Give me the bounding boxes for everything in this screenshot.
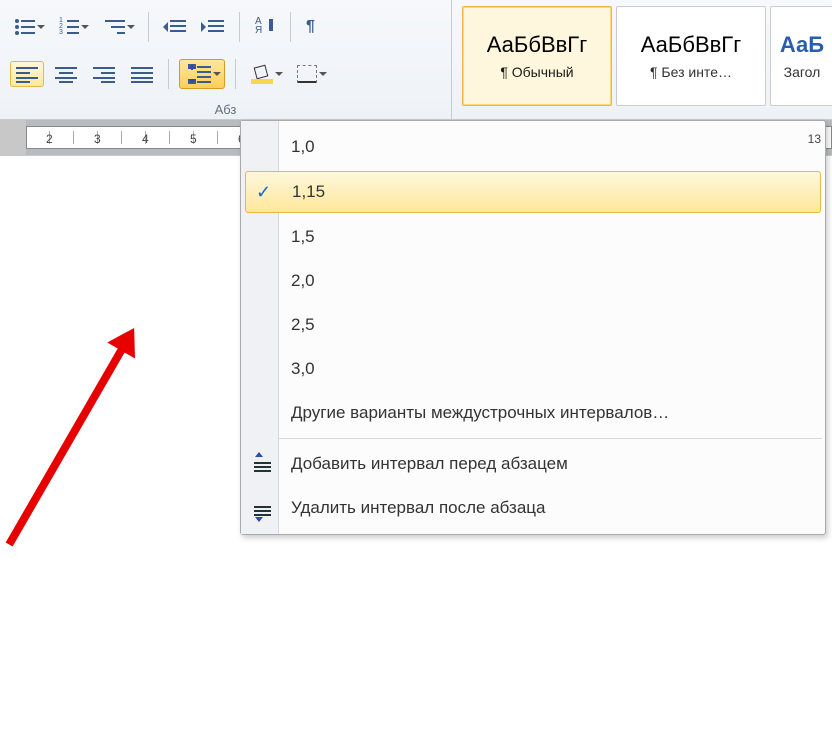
separator [239, 12, 240, 42]
check-icon: ✓ [256, 182, 271, 203]
align-justify-button[interactable] [126, 62, 158, 86]
paragraph-group-label: Абз [10, 100, 441, 117]
menu-item-spacing-1-15[interactable]: ✓ 1,15 [245, 171, 821, 213]
ruler-margin [0, 120, 26, 155]
style-sample: АаБбВвГг [487, 32, 588, 58]
separator [290, 12, 291, 42]
align-center-button[interactable] [50, 62, 82, 86]
ruler-number: 3 [94, 132, 101, 146]
decrease-indent-button[interactable] [159, 15, 191, 39]
chevron-down-icon [213, 72, 221, 76]
menu-item-spacing-1-5[interactable]: 1,5 [241, 215, 825, 259]
numbered-list-icon: 123 [59, 18, 79, 36]
align-left-icon [16, 65, 38, 83]
chevron-down-icon [275, 72, 283, 76]
menu-item-spacing-2-5[interactable]: 2,5 [241, 303, 825, 347]
style-gallery: АаБбВвГг ¶ Обычный АаБбВвГг ¶ Без инте… … [462, 6, 832, 106]
borders-button[interactable] [292, 62, 330, 86]
multilevel-list-button[interactable] [98, 15, 138, 39]
chevron-down-icon [127, 25, 135, 29]
ribbon: 123 АЯ ¶ [0, 0, 832, 120]
show-marks-button[interactable]: ¶ [301, 15, 320, 39]
increase-indent-icon [202, 18, 224, 36]
chevron-down-icon [81, 25, 89, 29]
align-right-button[interactable] [88, 62, 120, 86]
ruler-number: 4 [142, 132, 149, 146]
remove-space-after-icon [249, 497, 271, 519]
chevron-down-icon [37, 25, 45, 29]
style-name: ¶ Без инте… [650, 64, 732, 80]
menu-item-add-space-before[interactable]: Добавить интервал перед абзацем [241, 442, 825, 486]
style-sample: АаБбВвГг [641, 32, 742, 58]
menu-label: 2,0 [291, 271, 315, 291]
shading-button[interactable] [246, 61, 286, 87]
separator [148, 12, 149, 42]
menu-label: Удалить интервал после абзаца [291, 498, 545, 518]
increase-indent-button[interactable] [197, 15, 229, 39]
align-right-icon [93, 65, 115, 83]
numbered-list-button[interactable]: 123 [54, 15, 92, 39]
style-name: Загол [784, 64, 821, 80]
line-spacing-button[interactable] [179, 59, 225, 89]
fill-bucket-icon [251, 64, 273, 84]
menu-label: 3,0 [291, 359, 315, 379]
style-tile-heading1[interactable]: АаБ Загол [770, 6, 832, 106]
menu-separator [279, 438, 822, 439]
menu-item-spacing-more[interactable]: Другие варианты междустрочных интервалов… [241, 391, 825, 435]
ruler-number: 5 [190, 132, 197, 146]
separator [168, 59, 169, 89]
menu-item-spacing-3-0[interactable]: 3,0 [241, 347, 825, 391]
menu-label: 1,5 [291, 227, 315, 247]
menu-item-remove-space-after[interactable]: Удалить интервал после абзаца [241, 486, 825, 530]
menu-label: Добавить интервал перед абзацем [291, 454, 568, 474]
add-space-before-icon [249, 453, 271, 475]
align-justify-icon [131, 65, 153, 83]
ruler-number: 13 [808, 132, 821, 146]
line-spacing-icon [185, 63, 211, 85]
style-tile-no-spacing[interactable]: АаБбВвГг ¶ Без инте… [616, 6, 766, 106]
align-center-icon [55, 65, 77, 83]
bullet-list-button[interactable] [10, 15, 48, 39]
borders-icon [297, 65, 317, 83]
menu-item-spacing-1-0[interactable]: 1,0 [241, 125, 825, 169]
menu-label: 1,15 [292, 182, 325, 202]
menu-label: 1,0 [291, 137, 315, 157]
sort-button[interactable]: АЯ [250, 14, 280, 40]
pilcrow-icon: ¶ [306, 18, 315, 36]
separator [235, 59, 236, 89]
chevron-down-icon [319, 72, 327, 76]
menu-label: Другие варианты междустрочных интервалов… [291, 403, 669, 423]
style-tile-normal[interactable]: АаБбВвГг ¶ Обычный [462, 6, 612, 106]
bullet-list-icon [15, 18, 35, 36]
sort-icon: АЯ [255, 17, 275, 37]
line-spacing-menu: 13 1,0 ✓ 1,15 1,5 2,0 2,5 3,0 Другие вар… [240, 120, 826, 535]
align-left-button[interactable] [10, 61, 44, 87]
decrease-indent-icon [164, 18, 186, 36]
menu-label: 2,5 [291, 315, 315, 335]
style-sample: АаБ [780, 32, 824, 58]
ruler-number: 2 [46, 132, 53, 146]
styles-group: АаБбВвГг ¶ Обычный АаБбВвГг ¶ Без инте… … [452, 0, 832, 119]
multilevel-list-icon [103, 18, 125, 36]
menu-item-spacing-2-0[interactable]: 2,0 [241, 259, 825, 303]
style-name: ¶ Обычный [500, 64, 573, 80]
paragraph-group: 123 АЯ ¶ [0, 0, 452, 119]
